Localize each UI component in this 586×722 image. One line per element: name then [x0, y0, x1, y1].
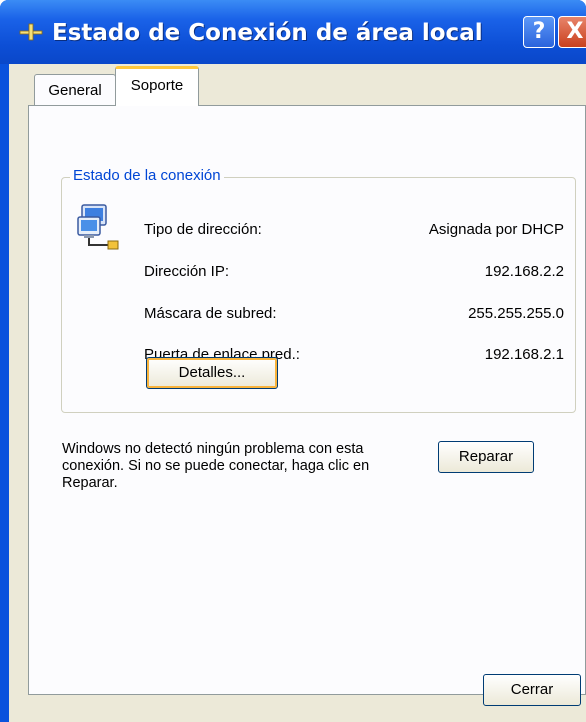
default-gateway-value: 192.168.2.1 [484, 346, 564, 363]
repair-button-label: Reparar [458, 448, 514, 465]
title-bar[interactable]: Estado de Conexión de área local ? X [0, 0, 586, 64]
close-icon: X [566, 19, 584, 44]
network-connection-icon [74, 203, 122, 251]
window-title: Estado de Conexión de área local [52, 20, 483, 46]
address-type-value: Asignada por DHCP [428, 221, 564, 238]
status-message: Windows no detectó ningún problema con e… [62, 441, 370, 491]
connection-status-group: Estado de la conexión Tipo de dirección: [61, 167, 576, 413]
tab-soporte[interactable]: Soporte [115, 66, 199, 106]
tab-panel-soporte: Estado de la conexión Tipo de dirección: [28, 105, 586, 695]
close-button[interactable]: Cerrar [483, 674, 581, 706]
close-button-label: Cerrar [510, 681, 554, 698]
help-icon: ? [532, 19, 546, 44]
address-type-label: Tipo de dirección: [144, 221, 262, 238]
close-window-button[interactable]: X [558, 16, 586, 48]
ip-address-label: Dirección IP: [144, 263, 230, 280]
subnet-mask-label: Máscara de subred: [144, 305, 277, 322]
details-button[interactable]: Detalles... [146, 357, 278, 389]
subnet-mask-value: 255.255.255.0 [468, 305, 564, 322]
network-connection-icon [18, 22, 44, 42]
dialog-body: General Soporte Estado de la conexión Ti… [9, 64, 586, 722]
help-button[interactable]: ? [523, 16, 555, 48]
tab-label: Soporte [130, 77, 184, 94]
tab-general[interactable]: General [34, 74, 116, 106]
ip-address-value: 192.168.2.2 [484, 263, 564, 280]
group-title: Estado de la conexión [70, 167, 224, 184]
repair-button[interactable]: Reparar [438, 441, 534, 473]
details-button-label: Detalles... [178, 364, 246, 381]
dialog-window: Estado de Conexión de área local ? X Gen… [0, 0, 586, 722]
tab-label: General [48, 82, 102, 99]
